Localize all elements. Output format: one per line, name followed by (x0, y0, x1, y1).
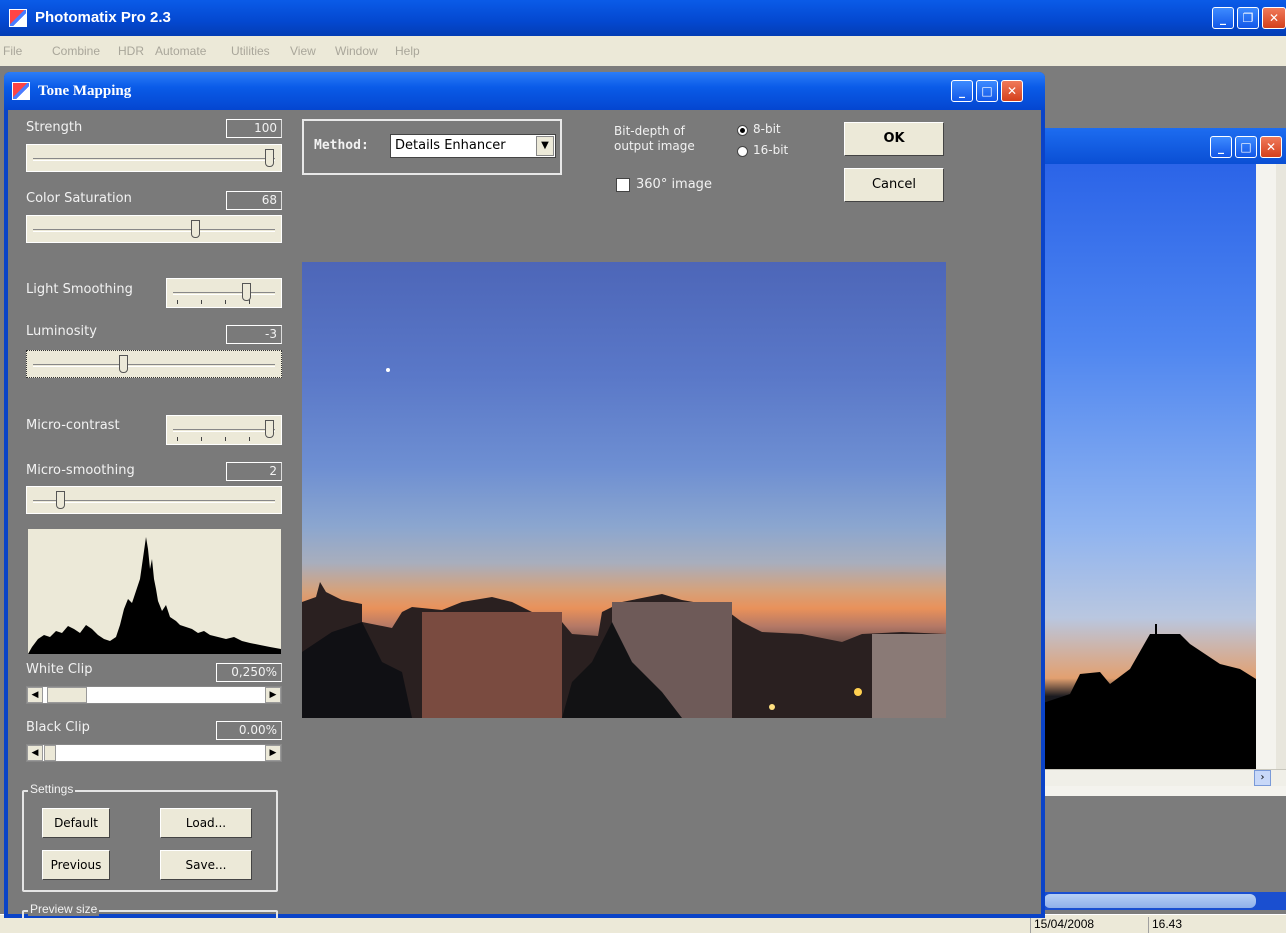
black-clip-right-arrow[interactable]: ▶ (265, 745, 281, 761)
image-document-window[interactable]: _ □ ✕ › (1040, 128, 1286, 796)
scroll-right-arrow[interactable]: › (1254, 770, 1271, 786)
dialog-title: Tone Mapping (38, 83, 132, 99)
menu-bar: File Combine HDR Automate Utilities View… (0, 36, 1286, 66)
save-button[interactable]: Save... (160, 850, 252, 880)
dialog-minimize-button[interactable]: _ (951, 80, 973, 102)
app-close-button[interactable]: ✕ (1262, 7, 1286, 29)
radio-8bit[interactable] (737, 125, 748, 136)
micro-contrast-slider-thumb[interactable] (265, 420, 274, 438)
micro-contrast-slider[interactable] (166, 415, 282, 445)
white-clip-label: White Clip (26, 662, 93, 677)
method-selected-value: Details Enhancer (395, 138, 506, 153)
menu-combine[interactable]: Combine (52, 44, 100, 58)
doc-minimize-button[interactable]: _ (1210, 136, 1232, 158)
settings-group-label: Settings (28, 782, 76, 796)
black-clip-scrollbar[interactable]: ◀ ▶ (26, 744, 282, 762)
menu-window[interactable]: Window (335, 44, 378, 58)
black-clip-label: Black Clip (26, 720, 90, 735)
color-saturation-slider-thumb[interactable] (190, 220, 200, 238)
doc-vertical-scrollbar[interactable] (1276, 164, 1286, 769)
menu-help[interactable]: Help (395, 44, 420, 58)
light-smoothing-label: Light Smoothing (26, 282, 133, 297)
doc-close-button[interactable]: ✕ (1260, 136, 1282, 158)
app-title-bar: Photomatix Pro 2.3 _ ❐ ✕ (0, 0, 1286, 36)
light-smoothing-slider[interactable] (166, 278, 282, 308)
doc-horizontal-scrollbar[interactable]: › (1040, 769, 1286, 786)
image360-checkbox[interactable] (616, 178, 630, 192)
luminosity-slider-thumb[interactable] (118, 355, 128, 373)
bit-depth-label-line1: Bit-depth of (614, 124, 685, 138)
white-clip-thumb[interactable] (47, 687, 87, 703)
method-group: Method: Details Enhancer ▼ (302, 119, 562, 175)
document-title-bar[interactable]: _ □ ✕ (1040, 128, 1286, 164)
strength-value[interactable]: 100 (226, 119, 282, 138)
status-time: 16.43 (1148, 917, 1208, 933)
black-clip-left-arrow[interactable]: ◀ (27, 745, 43, 761)
method-dropdown[interactable]: Details Enhancer ▼ (390, 134, 556, 158)
dialog-icon (12, 82, 30, 100)
photomatix-icon (9, 9, 27, 27)
tone-mapping-dialog: Tone Mapping _ □ ✕ Strength 100 Color Sa… (4, 72, 1045, 920)
load-button[interactable]: Load... (160, 808, 252, 838)
menu-view[interactable]: View (290, 44, 316, 58)
luminosity-value[interactable]: -3 (226, 325, 282, 344)
micro-smoothing-slider-thumb[interactable] (56, 491, 66, 509)
default-button[interactable]: Default (42, 808, 110, 838)
app-restore-button[interactable]: ❐ (1237, 7, 1259, 29)
light-smoothing-slider-thumb[interactable] (242, 283, 251, 301)
app-minimize-button[interactable]: _ (1212, 7, 1234, 29)
color-saturation-slider[interactable] (26, 215, 282, 243)
white-clip-scrollbar[interactable]: ◀ ▶ (26, 686, 282, 704)
chevron-down-icon[interactable]: ▼ (536, 136, 554, 156)
dialog-body: Strength 100 Color Saturation 68 Light S… (8, 110, 1041, 920)
hdr-image (1040, 164, 1256, 769)
menu-file[interactable]: File (3, 44, 22, 58)
color-saturation-value[interactable]: 68 (226, 191, 282, 210)
radio-16bit[interactable] (737, 146, 748, 157)
ok-button[interactable]: OK (844, 122, 944, 156)
color-saturation-label: Color Saturation (26, 191, 132, 206)
dialog-close-button[interactable]: ✕ (1001, 80, 1023, 102)
doc-maximize-button[interactable]: □ (1235, 136, 1257, 158)
method-label: Method: (314, 138, 369, 153)
secondary-panel-scrollbar[interactable] (1040, 892, 1286, 910)
image360-label: 360° image (636, 177, 712, 192)
previous-button[interactable]: Previous (42, 850, 110, 880)
status-date: 15/04/2008 (1030, 917, 1140, 933)
strength-slider[interactable] (26, 144, 282, 172)
menu-hdr[interactable]: HDR (118, 44, 144, 58)
micro-smoothing-slider[interactable] (26, 486, 282, 514)
dialog-maximize-button[interactable]: □ (976, 80, 998, 102)
black-clip-thumb[interactable] (44, 745, 56, 761)
app-title: Photomatix Pro 2.3 (35, 9, 171, 26)
black-clip-value[interactable]: 0.00% (216, 721, 282, 740)
white-clip-right-arrow[interactable]: ▶ (265, 687, 281, 703)
menu-automate[interactable]: Automate (155, 44, 206, 58)
luminosity-label: Luminosity (26, 324, 97, 339)
white-clip-left-arrow[interactable]: ◀ (27, 687, 43, 703)
strength-label: Strength (26, 120, 83, 135)
strength-slider-thumb[interactable] (265, 149, 274, 167)
histogram (28, 529, 281, 654)
menu-utilities[interactable]: Utilities (231, 44, 270, 58)
micro-contrast-label: Micro-contrast (26, 418, 120, 433)
radio-16bit-label: 16-bit (753, 143, 789, 157)
preview-size-label: Preview size (28, 902, 100, 916)
dialog-title-bar[interactable]: Tone Mapping _ □ ✕ (4, 72, 1045, 110)
cancel-button[interactable]: Cancel (844, 168, 944, 202)
micro-smoothing-label: Micro-smoothing (26, 463, 135, 478)
radio-8bit-label: 8-bit (753, 122, 781, 136)
tone-mapped-preview (302, 262, 946, 718)
luminosity-slider[interactable] (26, 350, 282, 378)
white-clip-value[interactable]: 0,250% (216, 663, 282, 682)
bit-depth-label-line2: output image (614, 139, 695, 153)
micro-smoothing-value[interactable]: 2 (226, 462, 282, 481)
